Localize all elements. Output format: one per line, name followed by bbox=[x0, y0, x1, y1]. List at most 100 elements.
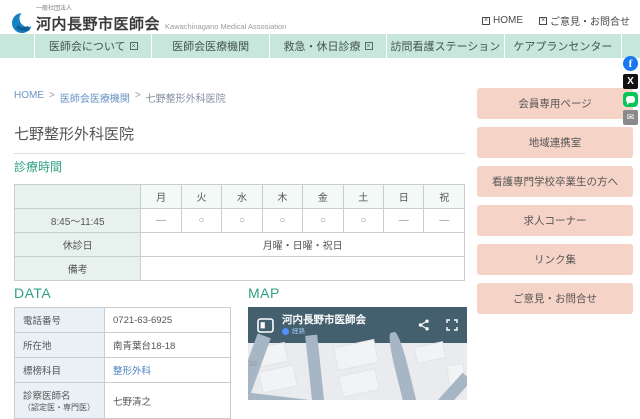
doctor-label: 診察医師名 （認定医・専門医） bbox=[15, 383, 105, 419]
day-header: 土 bbox=[343, 185, 383, 209]
day-header: 日 bbox=[384, 185, 424, 209]
map-building bbox=[334, 340, 378, 370]
embedded-map[interactable]: 河内長野市医師会 経路 10 bbox=[248, 307, 467, 400]
map-road bbox=[412, 373, 467, 400]
notes-label: 備考 bbox=[15, 257, 141, 281]
external-link-icon: × bbox=[365, 42, 373, 50]
address-value: 南青葉台18-18 bbox=[105, 333, 231, 358]
org-type-label: 一般社団法人 bbox=[36, 3, 286, 12]
fullscreen-icon[interactable] bbox=[446, 319, 458, 331]
nav-item-label: 医師会について bbox=[49, 38, 126, 54]
map-building bbox=[415, 342, 446, 362]
sidebar-item-regional-liaison[interactable]: 地域連携室 bbox=[477, 127, 633, 158]
external-link-icon: × bbox=[130, 42, 138, 50]
day-header: 火 bbox=[181, 185, 221, 209]
home-icon: × bbox=[482, 17, 490, 25]
site-logo[interactable]: 一般社団法人 河内長野市医師会 Kawachinagano Medical As… bbox=[12, 3, 286, 34]
slot-sun: — bbox=[384, 209, 424, 233]
breadcrumb-separator: > bbox=[135, 90, 141, 105]
site-header: 一般社団法人 河内長野市医師会 Kawachinagano Medical As… bbox=[0, 0, 640, 34]
line-share-icon[interactable] bbox=[623, 92, 638, 107]
nav-item-label: 救急・休日診療 bbox=[284, 38, 361, 54]
map-header: 河内長野市医師会 経路 bbox=[248, 307, 467, 343]
doctor-label-sub: （認定医・専門医） bbox=[23, 402, 96, 413]
notes-value bbox=[141, 257, 465, 281]
day-header: 水 bbox=[222, 185, 262, 209]
map-heading: MAP bbox=[248, 285, 280, 301]
logo-crescent-icon bbox=[12, 10, 34, 34]
share-icon[interactable] bbox=[418, 319, 430, 331]
main-nav: 医師会について × 医師会医療機関 救急・休日診療 × 訪問看護ステーション ケ… bbox=[0, 34, 640, 58]
mail-icon: × bbox=[539, 17, 547, 25]
slot-mon: — bbox=[141, 209, 181, 233]
map-directions-link[interactable]: 経路 bbox=[282, 328, 366, 336]
specialty-label: 標榜科目 bbox=[15, 358, 105, 383]
page-title: 七野整形外科医院 bbox=[14, 123, 465, 154]
home-link[interactable]: × HOME bbox=[482, 13, 523, 28]
schedule-table: 月 火 水 木 金 土 日 祝 8:45～11:45 — ○ ○ ○ ○ ○ —… bbox=[14, 184, 465, 281]
schedule-header-row: 月 火 水 木 金 土 日 祝 bbox=[15, 185, 465, 209]
email-share-icon[interactable]: ✉ bbox=[623, 110, 638, 125]
sidebar-item-links[interactable]: リンク集 bbox=[477, 244, 633, 275]
slot-thu: ○ bbox=[262, 209, 302, 233]
map-place-title[interactable]: 河内長野市医師会 bbox=[282, 314, 366, 327]
table-row: 診察医師名 （認定医・専門医） 七野清之 bbox=[15, 383, 231, 419]
data-heading: DATA bbox=[14, 285, 51, 301]
breadcrumb-current: 七野整形外科医院 bbox=[146, 90, 226, 105]
directions-icon bbox=[282, 328, 289, 335]
breadcrumb-separator: > bbox=[49, 90, 55, 105]
line-bubble-icon bbox=[626, 96, 635, 103]
site-title: 河内長野市医師会 bbox=[36, 13, 160, 34]
nav-item-institutions[interactable]: 医師会医療機関 bbox=[151, 34, 268, 58]
sidebar-item-jobs[interactable]: 求人コーナー bbox=[477, 205, 633, 236]
table-row: 所在地 南青葉台18-18 bbox=[15, 333, 231, 358]
specialty-link[interactable]: 整形外科 bbox=[113, 366, 151, 377]
nav-item-label: ケアプランセンター bbox=[513, 38, 612, 54]
nav-item-about[interactable]: 医師会について × bbox=[34, 34, 151, 58]
map-building bbox=[339, 369, 378, 396]
header-utility-links: × HOME × ご意見・お問合せ bbox=[482, 13, 630, 28]
closed-days-row: 休診日 月曜・日曜・祝日 bbox=[15, 233, 465, 257]
facebook-share-icon[interactable]: f bbox=[623, 56, 638, 71]
breadcrumb: HOME > 医師会医療機関 > 七野整形外科医院 bbox=[14, 90, 226, 105]
social-share-rail: f X ✉ bbox=[623, 56, 638, 125]
map-canvas[interactable]: 10 bbox=[248, 343, 467, 400]
sidebar: 会員専用ページ 地域連携室 看護専門学校卒業生の方へ 求人コーナー リンク集 ご… bbox=[477, 88, 633, 314]
home-link-label: HOME bbox=[493, 15, 523, 26]
nav-item-visiting-nurse[interactable]: 訪問看護ステーション bbox=[386, 34, 503, 58]
slot-sat: ○ bbox=[343, 209, 383, 233]
closed-days-value: 月曜・日曜・祝日 bbox=[141, 233, 465, 257]
slot-fri: ○ bbox=[303, 209, 343, 233]
table-row: 標榜科目 整形外科 bbox=[15, 358, 231, 383]
table-row: 電話番号 0721-63-6925 bbox=[15, 308, 231, 333]
map-place-icon[interactable] bbox=[257, 318, 274, 333]
x-share-icon[interactable]: X bbox=[623, 74, 638, 89]
doctor-value: 七野清之 bbox=[105, 383, 231, 419]
sidebar-item-nursing-school-alumni[interactable]: 看護専門学校卒業生の方へ bbox=[477, 166, 633, 197]
map-road bbox=[305, 335, 327, 400]
nav-item-care-plan[interactable]: ケアプランセンター bbox=[504, 34, 622, 58]
closed-days-label: 休診日 bbox=[15, 233, 141, 257]
directions-label: 経路 bbox=[292, 328, 305, 336]
nav-item-label: 訪問看護ステーション bbox=[391, 38, 501, 54]
map-road-label: 10 bbox=[249, 361, 257, 368]
time-slot-label: 8:45～11:45 bbox=[15, 209, 141, 233]
day-header: 木 bbox=[262, 185, 302, 209]
map-building bbox=[259, 366, 296, 393]
nav-item-emergency[interactable]: 救急・休日診療 × bbox=[269, 34, 386, 58]
slot-wed: ○ bbox=[222, 209, 262, 233]
sidebar-item-members[interactable]: 会員専用ページ bbox=[477, 88, 633, 119]
contact-link-label: ご意見・お問合せ bbox=[550, 13, 630, 28]
schedule-time-row: 8:45～11:45 — ○ ○ ○ ○ ○ — — bbox=[15, 209, 465, 233]
clinic-data-table: 電話番号 0721-63-6925 所在地 南青葉台18-18 標榜科目 整形外… bbox=[14, 307, 231, 419]
breadcrumb-home[interactable]: HOME bbox=[14, 90, 44, 105]
slot-tue: ○ bbox=[181, 209, 221, 233]
contact-link[interactable]: × ご意見・お問合せ bbox=[539, 13, 630, 28]
schedule-corner-cell bbox=[15, 185, 141, 209]
sidebar-item-contact[interactable]: ご意見・お問合せ bbox=[477, 283, 633, 314]
breadcrumb-institutions[interactable]: 医師会医療機関 bbox=[60, 90, 130, 105]
site-subtitle: Kawachinagano Medical Assosiation bbox=[165, 22, 286, 31]
day-header: 月 bbox=[141, 185, 181, 209]
address-label: 所在地 bbox=[15, 333, 105, 358]
day-header: 金 bbox=[303, 185, 343, 209]
